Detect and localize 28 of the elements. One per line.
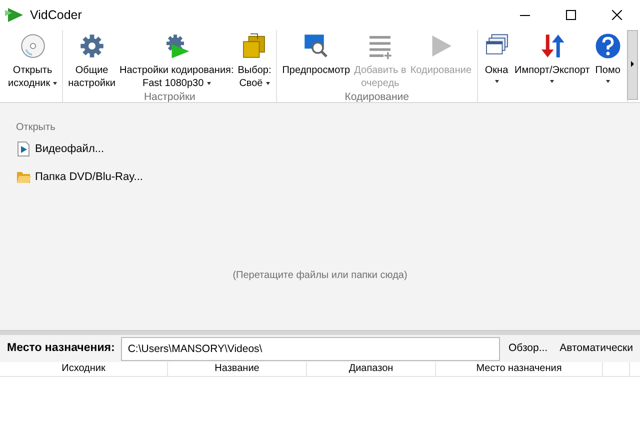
drop-hint: (Перетащите файлы или папки сюда) bbox=[232, 269, 408, 283]
column-header[interactable]: Исходник bbox=[0, 362, 168, 376]
toolbar-button[interactable]: Помо bbox=[592, 30, 624, 87]
toolbar-button[interactable]: Настройки кодирования: Fast 1080p30 bbox=[117, 30, 236, 90]
toolbar-button[interactable]: Импорт/Экспорт bbox=[512, 30, 592, 87]
column-header[interactable]: Название bbox=[168, 362, 307, 376]
toolbar-button[interactable]: Выбор: Своё bbox=[236, 30, 274, 90]
section-heading: Открыть bbox=[16, 121, 56, 135]
toolbar-button[interactable]: Открыть исходник bbox=[6, 30, 60, 90]
destination-label: Место назначения: bbox=[7, 340, 115, 356]
column-header[interactable]: Место назначения bbox=[436, 362, 603, 376]
scroll-right-icon bbox=[631, 61, 634, 67]
group-label: Настройки bbox=[142, 90, 196, 102]
video-file-icon bbox=[16, 141, 31, 158]
toolbar-button[interactable]: Окна bbox=[480, 30, 513, 87]
destination-button[interactable]: Обзор... bbox=[506, 338, 551, 358]
window-title: VidCoder bbox=[30, 6, 82, 24]
close-icon bbox=[612, 10, 622, 20]
destination-button[interactable]: Автоматически bbox=[556, 338, 636, 358]
toolbar-button[interactable]: Предпросмотр bbox=[280, 30, 352, 90]
group-label: Кодирование bbox=[344, 90, 410, 102]
open-option[interactable]: Видеофайл... bbox=[16, 141, 104, 158]
destination-field[interactable]: C:\Users\MANSORY\Videos\ bbox=[120, 336, 500, 360]
toolbar-button[interactable]: Общие настройки bbox=[66, 30, 118, 90]
column-header[interactable]: Диапазон bbox=[307, 362, 436, 376]
app-logo bbox=[4, 7, 24, 23]
open-option[interactable]: Папка DVD/Blu-Ray... bbox=[16, 168, 143, 185]
maximize-icon bbox=[566, 10, 576, 20]
